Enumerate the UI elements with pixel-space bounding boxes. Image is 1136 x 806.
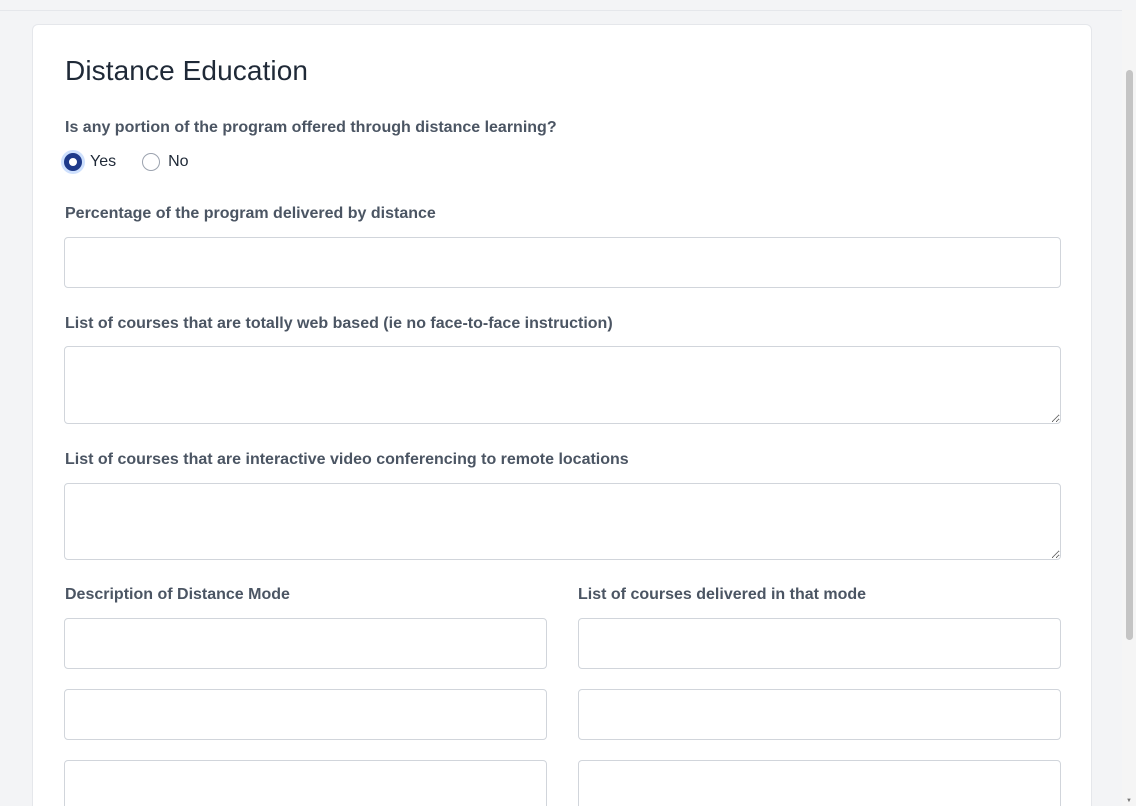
web-based-courses-textarea[interactable] <box>64 346 1061 424</box>
distance-education-card: Distance Education Is any portion of the… <box>32 24 1092 806</box>
video-conf-courses-label: List of courses that are interactive vid… <box>65 451 629 468</box>
percentage-label: Percentage of the program delivered by d… <box>65 205 436 222</box>
radio-option-yes[interactable]: Yes <box>64 153 116 171</box>
percentage-input[interactable] <box>64 237 1061 288</box>
distance-question-label: Is any portion of the program offered th… <box>65 119 557 136</box>
mode-description-input-1[interactable] <box>64 618 547 669</box>
scrollbar-thumb[interactable] <box>1126 70 1133 640</box>
mode-courses-label: List of courses delivered in that mode <box>578 586 867 603</box>
radio-option-no[interactable]: No <box>142 153 189 171</box>
page-title: Distance Education <box>65 55 309 86</box>
mode-description-label: Description of Distance Mode <box>65 586 290 603</box>
mode-courses-input-3[interactable] <box>578 760 1061 806</box>
vertical-scrollbar[interactable]: ▼ <box>1122 10 1136 806</box>
mode-courses-input-1[interactable] <box>578 618 1061 669</box>
video-conf-courses-textarea[interactable] <box>64 483 1061 560</box>
page: Distance Education Is any portion of the… <box>0 0 1136 806</box>
web-based-courses-label: List of courses that are totally web bas… <box>65 315 613 332</box>
radio-yes-label[interactable]: Yes <box>90 153 116 171</box>
mode-description-input-3[interactable] <box>64 760 547 806</box>
radio-no-button[interactable] <box>142 153 161 171</box>
scroll-down-arrow-icon[interactable]: ▼ <box>1126 798 1132 804</box>
top-bar <box>0 0 1136 11</box>
distance-radio-group: Yes No <box>64 153 189 171</box>
radio-yes-button[interactable] <box>64 153 82 171</box>
radio-no-label[interactable]: No <box>168 153 188 171</box>
mode-courses-input-2[interactable] <box>578 689 1061 740</box>
mode-description-input-2[interactable] <box>64 689 547 740</box>
